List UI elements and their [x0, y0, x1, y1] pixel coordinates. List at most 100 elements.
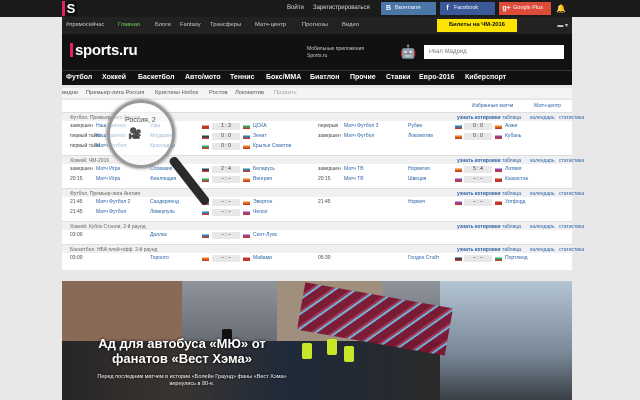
match-score[interactable]: 1 : 3 — [212, 123, 240, 130]
section-link-0[interactable]: узнать котировки — [457, 115, 501, 121]
gplus-button[interactable]: g+ Google Plus — [499, 2, 551, 15]
match-score[interactable]: – : – — [212, 255, 240, 262]
section-link-1[interactable]: таблица — [502, 115, 521, 121]
nav-boxing[interactable]: Бокс/ММА — [266, 74, 301, 81]
section-title[interactable]: Хоккей. Кубок Стэнли. 2-й раунд — [70, 224, 146, 230]
tag-fantasy[interactable]: Fantasy — [180, 22, 201, 28]
match-score[interactable]: – : – — [464, 176, 492, 183]
section-link-1[interactable]: таблица — [502, 247, 521, 253]
match-score[interactable]: – : – — [212, 199, 240, 206]
away-team[interactable]: Беларусь — [253, 166, 275, 172]
match-score[interactable]: – : – — [464, 255, 492, 262]
away-team[interactable]: Эвертон — [253, 199, 272, 205]
section-link-3[interactable]: статистика — [559, 158, 584, 164]
nav-auto[interactable]: Авто/мото — [185, 74, 221, 81]
tag-transfers[interactable]: Трансферы — [210, 22, 241, 28]
nav-other[interactable]: Прочие — [350, 74, 376, 81]
section-link-2[interactable]: календарь — [530, 247, 555, 253]
tag-blogs[interactable]: Блоги — [155, 22, 171, 28]
tag-video[interactable]: Видео — [342, 22, 359, 28]
away-team[interactable]: Портленд — [505, 255, 528, 261]
register-link[interactable]: Зарегистрироваться — [313, 5, 370, 11]
match-score[interactable]: 0 : 0 — [464, 123, 492, 130]
away-team[interactable]: Майами — [253, 255, 272, 261]
crumb-1[interactable]: Премьер-лига Россия — [86, 90, 144, 96]
nav-hockey[interactable]: Хоккей — [102, 74, 126, 81]
broadcast-link[interactable]: Матч Футбол — [344, 133, 374, 139]
flag-ru-icon[interactable]: ▬ ▾ — [557, 22, 568, 29]
away-team[interactable]: Зенит — [253, 133, 267, 139]
nav-basketball[interactable]: Баскетбол — [138, 74, 174, 81]
home-team[interactable]: Локомотив — [408, 133, 433, 139]
section-link-2[interactable]: календарь — [530, 158, 555, 164]
away-team[interactable]: ЦСКА — [253, 123, 267, 129]
broadcast-link[interactable]: Матч Игра — [96, 176, 120, 182]
facebook-button[interactable]: f Facebook — [440, 2, 495, 15]
matchcenter-link[interactable]: Матч-центр — [534, 103, 561, 109]
section-link-3[interactable]: статистика — [559, 115, 584, 121]
android-icon[interactable]: 🤖 — [400, 43, 416, 61]
home-team[interactable]: Норвегия — [408, 166, 430, 172]
home-team[interactable]: Даллас — [150, 232, 167, 238]
crumb-4[interactable]: Локомотив — [235, 90, 264, 96]
nav-biathlon[interactable]: Биатлон — [310, 74, 339, 81]
section-link-1[interactable]: таблица — [502, 191, 521, 197]
match-score[interactable]: 5 : 4 — [464, 166, 492, 173]
nav-football[interactable]: Футбол — [66, 74, 92, 81]
section-link-0[interactable]: узнать котировки — [457, 247, 501, 253]
section-link-3[interactable]: статистика — [559, 224, 584, 230]
broadcast-link[interactable]: Матч ТВ — [344, 176, 364, 182]
broadcast-link[interactable]: Матч Футбол — [96, 209, 126, 215]
home-team[interactable]: Норвич — [408, 199, 425, 205]
home-team[interactable]: Сандерленд — [150, 199, 179, 205]
section-link-0[interactable]: узнать котировки — [457, 224, 501, 230]
tag-live[interactable]: #прямосейчас — [66, 22, 104, 28]
away-team[interactable]: Латвия — [505, 166, 521, 172]
hero-title[interactable]: Ад для автобуса «МЮ» от фанатов «Вест Хэ… — [72, 336, 292, 366]
crumb-3[interactable]: Ростов — [209, 90, 228, 96]
match-score[interactable]: 2 : 4 — [212, 166, 240, 173]
section-link-1[interactable]: таблица — [502, 158, 521, 164]
match-score[interactable]: 0 : 0 — [464, 133, 492, 140]
section-link-0[interactable]: узнать котировки — [457, 158, 501, 164]
section-title[interactable]: Футбол. Премьер-лига Англия — [70, 191, 140, 197]
section-link-2[interactable]: календарь — [530, 224, 555, 230]
apple-icon[interactable] — [378, 43, 394, 61]
away-team[interactable]: Кубань — [505, 133, 521, 139]
section-link-1[interactable]: таблица — [502, 224, 521, 230]
tag-predictions[interactable]: Прогнозы — [302, 22, 328, 28]
broadcast-link[interactable]: Матч ТВ — [344, 166, 364, 172]
brand-logo[interactable]: sports.ru — [70, 42, 138, 59]
home-team[interactable]: Словакия — [150, 166, 172, 172]
crumb-edit[interactable]: Править — [274, 90, 297, 96]
nav-euro[interactable]: Евро-2016 — [419, 74, 454, 81]
away-team[interactable]: Крылья Советов — [253, 143, 291, 149]
crumb-2[interactable]: Кристиан Нобох — [155, 90, 198, 96]
section-link-0[interactable]: узнать котировки — [457, 191, 501, 197]
home-team[interactable]: Финляндия — [150, 176, 176, 182]
away-team[interactable]: Венгрия — [253, 176, 272, 182]
broadcast-link[interactable]: Матч Футбол 3 — [344, 123, 378, 129]
favorites-link[interactable]: Избранные матчи — [472, 103, 513, 109]
section-link-3[interactable]: статистика — [559, 191, 584, 197]
tag-matchcenter[interactable]: Матч-центр — [255, 22, 286, 28]
promo-tickets[interactable]: Билеты на ЧМ-2016 — [437, 19, 517, 32]
section-link-2[interactable]: календарь — [530, 191, 555, 197]
match-score[interactable]: – : – — [212, 232, 240, 239]
match-score[interactable]: – : – — [212, 176, 240, 183]
vk-button[interactable]: В Вконтакте — [381, 2, 436, 15]
section-title[interactable]: Баскетбол. НБА плей-офф. 2-й раунд — [70, 247, 157, 253]
away-team[interactable]: Анжи — [505, 123, 517, 129]
home-team[interactable]: Голден Стэйт — [408, 255, 439, 261]
broadcast-link[interactable]: Матч Игра — [96, 166, 120, 172]
match-score[interactable]: – : – — [212, 209, 240, 216]
section-title[interactable]: Хоккей. ЧМ-2016 — [70, 158, 109, 164]
search-input[interactable] — [424, 45, 564, 59]
bell-icon[interactable]: 🔔 — [556, 4, 566, 13]
home-team[interactable]: Ливерпуль — [150, 209, 175, 215]
match-score[interactable]: 0 : 0 — [212, 133, 240, 140]
crumb-0[interactable]: видно — [62, 90, 78, 96]
home-team[interactable]: Торонто — [150, 255, 169, 261]
login-link[interactable]: Войти — [287, 5, 304, 11]
section-link-3[interactable]: статистика — [559, 247, 584, 253]
